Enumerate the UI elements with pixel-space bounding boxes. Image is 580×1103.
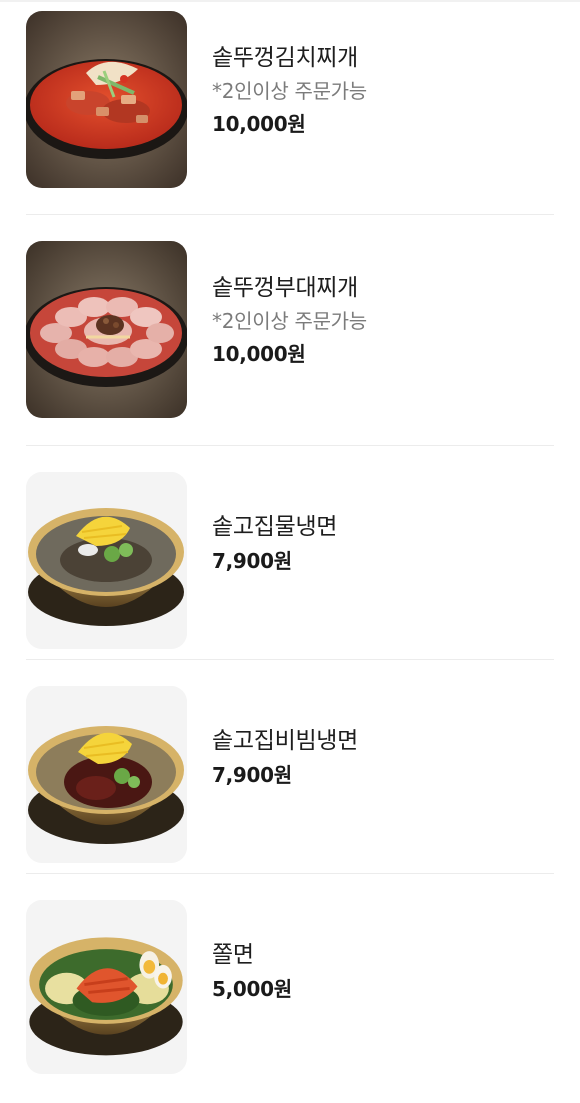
menu-item-name: 솥고집비빔냉면 — [212, 728, 359, 754]
kimchi-stew-photo[interactable] — [26, 11, 187, 188]
menu-item-jjolmyeon[interactable]: 쫄면 5,000원 — [0, 889, 580, 1103]
menu-item-info: 솥뚜껑김치찌개 *2인이상 주문가능 10,000원 — [212, 41, 552, 141]
menu-item-cold-noodle[interactable]: 솥고집물냉면 7,900원 — [0, 461, 580, 675]
spicy-cold-noodle-photo[interactable] — [26, 686, 187, 863]
menu-item-note: *2인이상 주문가능 — [212, 79, 367, 103]
menu-item-name: 솥뚜껑부대찌개 — [212, 275, 359, 301]
budae-stew-image — [26, 241, 187, 418]
divider — [26, 873, 554, 874]
menu-item-price: 7,900원 — [212, 549, 292, 573]
cold-noodle-image — [26, 472, 187, 649]
menu-item-spicy-cold-noodle[interactable]: 솥고집비빔냉면 7,900원 — [0, 675, 580, 889]
menu-item-info: 쫄면 5,000원 — [212, 938, 552, 1006]
budae-stew-photo[interactable] — [26, 241, 187, 418]
menu-item-budae-stew[interactable]: 솥뚜껑부대찌개 *2인이상 주문가능 10,000원 — [0, 230, 580, 444]
menu-item-price: 5,000원 — [212, 977, 292, 1001]
divider — [26, 445, 554, 446]
menu-item-name: 솥고집물냉면 — [212, 514, 338, 540]
divider — [26, 659, 554, 660]
spicy-cold-noodle-image — [26, 686, 187, 863]
menu-item-info: 솥고집물냉면 7,900원 — [212, 510, 552, 578]
menu-item-note: *2인이상 주문가능 — [212, 309, 367, 333]
menu-item-kimchi-stew[interactable]: 솥뚜껑김치찌개 *2인이상 주문가능 10,000원 — [0, 0, 580, 214]
menu-item-info: 솥고집비빔냉면 7,900원 — [212, 724, 552, 792]
menu-item-price: 10,000원 — [212, 112, 306, 136]
menu-item-price: 10,000원 — [212, 342, 306, 366]
cold-noodle-photo[interactable] — [26, 472, 187, 649]
menu-item-price: 7,900원 — [212, 763, 292, 787]
jjolmyeon-photo[interactable] — [26, 900, 187, 1074]
menu-item-info: 솥뚜껑부대찌개 *2인이상 주문가능 10,000원 — [212, 271, 552, 371]
divider — [26, 214, 554, 215]
menu-item-name: 쫄면 — [212, 942, 254, 968]
jjolmyeon-image — [27, 900, 186, 1074]
kimchi-stew-image — [26, 11, 187, 188]
menu-item-name: 솥뚜껑김치찌개 — [212, 45, 359, 71]
